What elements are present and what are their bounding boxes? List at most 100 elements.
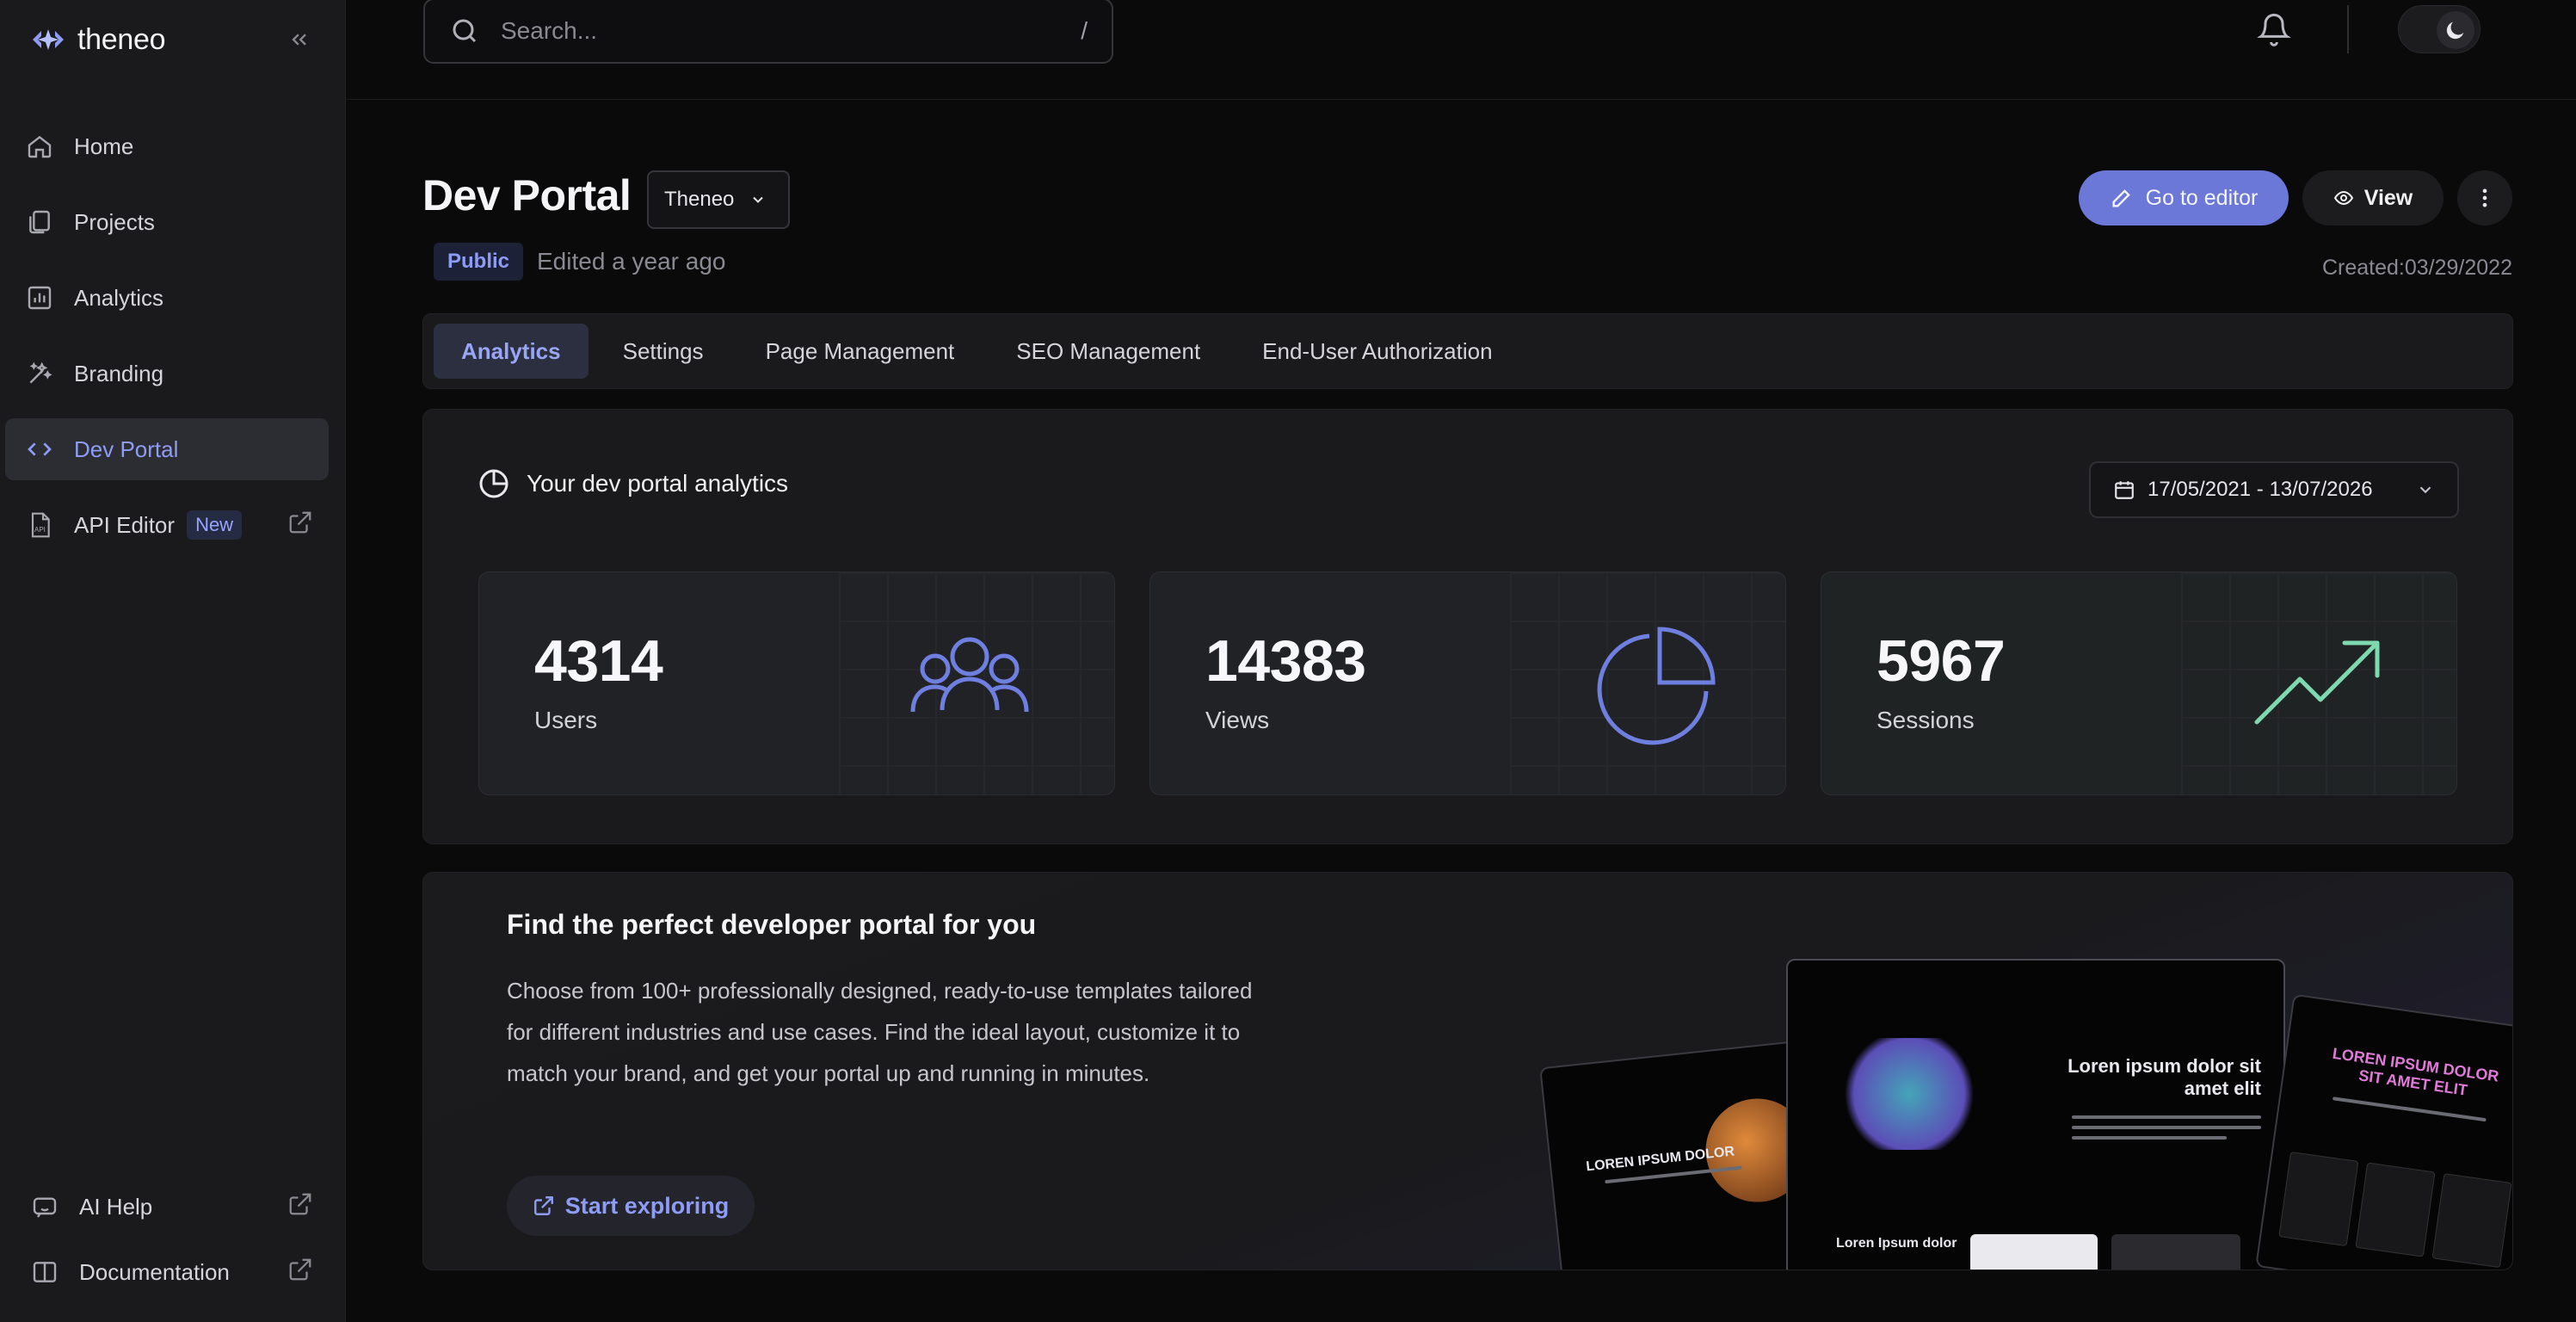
collapse-sidebar-button[interactable]: [284, 24, 315, 55]
template-preview-center: Loren ipsum dolor sit amet elit Loren Ip…: [1786, 959, 2285, 1269]
sidebar-item-branding[interactable]: Branding: [5, 343, 329, 405]
users-icon: [910, 637, 1029, 713]
more-vertical-icon: [2482, 188, 2487, 207]
sidebar-item-documentation[interactable]: Documentation: [5, 1241, 329, 1303]
tab-end-user-authorization[interactable]: End-User Authorization: [1235, 324, 1519, 379]
tab-page-management[interactable]: Page Management: [738, 324, 983, 379]
analytics-title: Your dev portal analytics: [527, 470, 789, 497]
projects-icon: [24, 207, 55, 238]
preview-heading: LOREN IPSUM DOLOR SIT AMET ELIT: [2331, 1044, 2500, 1099]
templates-promo: Find the perfect developer portal for yo…: [422, 872, 2513, 1270]
organization-select[interactable]: Theneo: [647, 170, 790, 229]
external-link-icon: [287, 1257, 313, 1288]
preview-text-line: [2072, 1115, 2261, 1119]
analytics-icon: [24, 282, 55, 313]
start-exploring-label: Start exploring: [564, 1192, 730, 1219]
sidebar-item-label: Analytics: [74, 284, 164, 311]
view-label: View: [2363, 185, 2413, 210]
preview-card: [2355, 1162, 2436, 1257]
illustration-graphic: [1836, 1038, 1982, 1150]
stat-label: Users: [534, 707, 598, 733]
sidebar-item-dev-portal[interactable]: Dev Portal: [5, 418, 329, 480]
external-link-icon: [287, 1191, 313, 1223]
bell-icon: [2257, 13, 2291, 46]
analytics-panel: Your dev portal analytics 17/05/2021 - 1…: [422, 409, 2513, 844]
stat-value: 4314: [534, 628, 663, 694]
preview-text-line: [2332, 1097, 2487, 1122]
preview-heading: Loren ipsum dolor sit amet elit: [2068, 1055, 2261, 1099]
date-range-picker[interactable]: 17/05/2021 - 13/07/2026: [2089, 461, 2459, 518]
pie-chart-icon: [1597, 627, 1716, 745]
api-doc-icon: API: [24, 510, 55, 541]
search-shortcut-key: /: [1081, 17, 1088, 44]
start-exploring-button[interactable]: Start exploring: [507, 1176, 755, 1236]
preview-card: [1970, 1234, 2098, 1269]
chevron-down-icon: [753, 196, 764, 203]
brand-name: theneo: [77, 22, 166, 56]
notifications-button[interactable]: [2257, 12, 2291, 46]
brand[interactable]: theneo: [29, 21, 166, 59]
more-options-button[interactable]: [2457, 170, 2512, 225]
promo-description: Choose from 100+ professionally designed…: [507, 978, 1253, 1086]
sidebar-item-label: AI Help: [79, 1193, 153, 1220]
sidebar-nav: Home Projects Analytics Branding Dev Por…: [5, 115, 329, 570]
search-icon: [453, 19, 477, 43]
ai-help-icon: [29, 1191, 60, 1222]
branding-icon: [24, 358, 55, 389]
chevrons-left-icon: [292, 34, 306, 46]
sidebar-item-label: Dev Portal: [74, 436, 179, 462]
preview-card: [2111, 1234, 2240, 1269]
organization-select-value: Theneo: [664, 188, 735, 211]
new-badge: New: [187, 510, 243, 540]
preview-text-line: [2072, 1126, 2261, 1129]
template-preview-right: LOREN IPSUM DOLOR SIT AMET ELIT: [2255, 993, 2512, 1269]
sidebar-item-label: Branding: [74, 360, 164, 386]
preview-subheading: Loren Ipsum dolor: [1836, 1236, 1957, 1251]
external-link-icon: [287, 510, 313, 541]
sidebar-bottom: AI Help Documentation: [5, 1176, 329, 1307]
topbar-divider: [2347, 5, 2349, 53]
created-date: Created:03/29/2022: [2321, 256, 2512, 280]
pie-chart-icon: [479, 469, 508, 498]
code-icon: [24, 434, 55, 465]
sidebar-item-projects[interactable]: Projects: [5, 191, 329, 253]
book-icon: [29, 1257, 60, 1288]
tab-seo-management[interactable]: SEO Management: [989, 324, 1228, 379]
promo-title: Find the perfect developer portal for yo…: [507, 909, 1037, 940]
search-input[interactable]: Search... /: [423, 0, 1113, 64]
preview-text-line: [2072, 1136, 2227, 1140]
moon-icon: [2437, 11, 2474, 49]
preview-card: [2278, 1151, 2359, 1247]
date-range-value: 17/05/2021 - 13/07/2026: [2148, 478, 2373, 501]
analytics-header: Your dev portal analytics: [477, 466, 788, 501]
sidebar-item-label: Documentation: [79, 1258, 230, 1285]
visibility-badge: Public: [434, 243, 524, 281]
view-button[interactable]: View: [2302, 170, 2444, 225]
edited-time: Edited a year ago: [537, 248, 726, 275]
sidebar-item-label: API Editor: [74, 511, 176, 538]
sidebar-item-label: Home: [74, 133, 134, 159]
sidebar: theneo Home Projects Analytics Branding …: [0, 0, 346, 1322]
template-preview-left: LOREN IPSUM DOLOR: [1539, 1041, 1823, 1269]
stat-value: 14383: [1205, 628, 1366, 694]
go-to-editor-label: Go to editor: [2145, 185, 2259, 210]
sidebar-item-analytics[interactable]: Analytics: [5, 267, 329, 329]
page-title: Dev Portal: [422, 171, 632, 219]
stat-value: 5967: [1877, 628, 2006, 694]
stat-label: Views: [1205, 707, 1270, 733]
sidebar-item-home[interactable]: Home: [5, 115, 329, 177]
tab-settings[interactable]: Settings: [595, 324, 731, 379]
preview-card: [2431, 1173, 2512, 1269]
stat-card-sessions: 5967 Sessions: [1821, 571, 2457, 795]
go-to-editor-button[interactable]: Go to editor: [2079, 170, 2289, 225]
trending-up-icon: [2254, 640, 2380, 725]
sidebar-item-label: Projects: [74, 208, 155, 235]
tab-analytics[interactable]: Analytics: [434, 324, 589, 379]
stat-label: Sessions: [1877, 707, 1975, 733]
theneo-logo-icon: [33, 29, 64, 50]
calendar-icon: [2115, 481, 2134, 499]
sidebar-item-api-editor[interactable]: API API Editor New: [5, 494, 329, 556]
theme-toggle[interactable]: [2398, 5, 2480, 53]
stat-card-views: 14383 Views: [1149, 571, 1786, 795]
sidebar-item-ai-help[interactable]: AI Help: [5, 1176, 329, 1238]
